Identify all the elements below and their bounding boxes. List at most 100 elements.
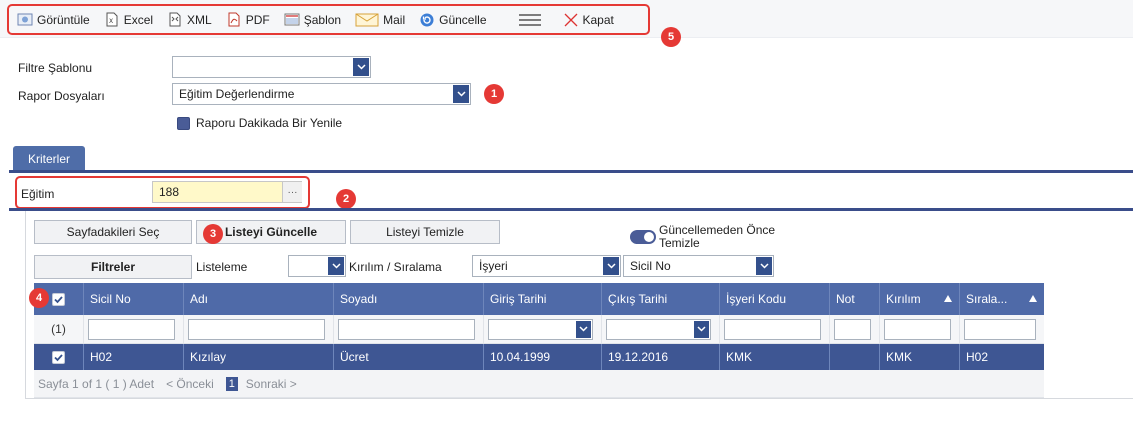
callout-badge-2: 2 <box>336 189 356 209</box>
template-label: Şablon <box>303 12 342 27</box>
lookup-button[interactable]: ··· <box>282 182 302 202</box>
filter-sicil-input[interactable] <box>88 318 175 340</box>
menu-button[interactable] <box>518 10 545 30</box>
cell-sicil-no: H02 <box>84 344 184 370</box>
view-icon <box>17 12 33 28</box>
pdf-label: PDF <box>245 12 270 27</box>
filter-cell-adi <box>184 315 334 343</box>
header-isyeri-kodu[interactable]: İşyeri Kodu <box>720 283 830 315</box>
cell-not <box>830 344 880 370</box>
header-kirilim[interactable]: Kırılım <box>880 283 960 315</box>
pager-prev[interactable]: < Önceki <box>166 377 214 391</box>
filter-not-input[interactable] <box>834 318 871 340</box>
select-all-checkbox[interactable] <box>52 292 65 306</box>
view-label: Görüntüle <box>37 12 90 27</box>
header-giris-tarihi[interactable]: Giriş Tarihi <box>484 283 602 315</box>
listing-select[interactable] <box>288 255 346 277</box>
filter-giris-select[interactable] <box>488 318 593 340</box>
report-files-label: Rapor Dosyaları <box>18 89 105 103</box>
select-page-button[interactable]: Sayfadakileri Seç <box>34 220 192 244</box>
report-files-select[interactable]: Eğitim Değerlendirme <box>172 83 471 105</box>
refresh-button[interactable]: Güncelle <box>419 10 487 30</box>
header-kirilim-label: Kırılım <box>886 292 921 306</box>
callout-badge-4: 4 <box>29 288 49 308</box>
header-not[interactable]: Not <box>830 283 880 315</box>
cell-giris-tarihi: 10.04.1999 <box>484 344 602 370</box>
checkbox-icon[interactable] <box>177 116 190 130</box>
header-soyadi[interactable]: Soyadı <box>334 283 484 315</box>
tab-divider <box>9 170 1133 173</box>
header-sirala-label: Sırala... <box>966 292 1008 306</box>
xml-button[interactable]: XML <box>167 10 212 30</box>
cell-isyeri-kodu: KMK <box>720 344 830 370</box>
grid-header: Sicil No Adı Soyadı Giriş Tarihi Çıkış T… <box>34 283 1044 315</box>
pdf-icon <box>226 12 242 28</box>
filters-button[interactable]: Filtreler <box>34 255 192 279</box>
filter-adi-input[interactable] <box>188 318 325 340</box>
template-button[interactable]: Şablon <box>284 10 341 30</box>
header-sicil-no[interactable]: Sicil No <box>84 283 184 315</box>
filter-template-select[interactable] <box>172 56 371 78</box>
callout-badge-3: 3 <box>203 224 223 244</box>
close-button[interactable]: Kapat <box>563 10 614 30</box>
filter-isyeri-input[interactable] <box>724 318 821 340</box>
clear-list-button[interactable]: Listeyi Temizle <box>350 220 500 244</box>
excel-button[interactable]: X Excel <box>104 10 153 30</box>
callout-badge-1: 1 <box>484 84 504 104</box>
filter-cell-giris <box>484 315 602 343</box>
filter-cell-sirala <box>960 315 1044 343</box>
cell-soyadi: Ücret <box>334 344 484 370</box>
sort-asc-icon <box>944 295 952 302</box>
clear-before-update-label: Güncellemeden Önce Temizle <box>659 223 776 250</box>
header-sirala[interactable]: Sırala... <box>960 283 1044 315</box>
menu-icon <box>518 12 541 28</box>
report-files-value: Eğitim Değerlendirme <box>179 87 295 101</box>
chevron-down-icon <box>453 85 469 103</box>
toolbar: Görüntüle X Excel XML PDF Şablon Mail Gü… <box>7 4 650 35</box>
xml-icon <box>167 12 183 28</box>
refresh-icon <box>419 12 435 28</box>
refresh-every-minute-checkbox[interactable]: Raporu Dakikada Bir Yenile <box>177 116 342 130</box>
callout-badge-5: 5 <box>661 27 681 47</box>
filter-cell-cikis <box>602 315 720 343</box>
chevron-down-icon <box>694 320 709 338</box>
filter-cell-isyeri <box>720 315 830 343</box>
row-select-cell[interactable] <box>34 344 84 370</box>
egitim-input[interactable]: 188 <box>152 181 302 203</box>
table-row[interactable]: H02 Kızılay Ücret 10.04.1999 19.12.2016 … <box>34 344 1044 370</box>
row-checkbox[interactable] <box>52 350 65 364</box>
listing-label: Listeleme <box>196 260 248 274</box>
header-cikis-tarihi[interactable]: Çıkış Tarihi <box>602 283 720 315</box>
row-count: (1) <box>34 315 84 343</box>
breakdown-select[interactable]: İşyeri <box>472 255 621 277</box>
filter-cell-not <box>830 315 880 343</box>
pager-next[interactable]: Sonraki > <box>246 377 297 391</box>
cell-adi: Kızılay <box>184 344 334 370</box>
header-adi[interactable]: Adı <box>184 283 334 315</box>
pdf-button[interactable]: PDF <box>226 10 270 30</box>
view-button[interactable]: Görüntüle <box>17 10 90 30</box>
svg-text:X: X <box>109 18 113 25</box>
filter-sirala-input[interactable] <box>964 318 1036 340</box>
toggle-knob <box>644 232 654 242</box>
chevron-down-icon <box>756 257 772 275</box>
sort-asc-icon <box>1029 295 1037 302</box>
tab-criteria[interactable]: Kriterler <box>13 146 85 171</box>
refresh-every-minute-label: Raporu Dakikada Bir Yenile <box>196 116 343 130</box>
close-label: Kapat <box>582 12 614 27</box>
sort-select[interactable]: Sicil No <box>623 255 774 277</box>
filter-cell-kirilim <box>880 315 960 343</box>
breakdown-value: İşyeri <box>479 259 508 273</box>
chevron-down-icon <box>328 257 344 275</box>
breakdown-label: Kırılım / Sıralama <box>349 260 442 274</box>
mail-icon <box>355 12 379 28</box>
filter-kirilim-input[interactable] <box>884 318 951 340</box>
cell-kirilim: KMK <box>880 344 960 370</box>
filter-soyadi-input[interactable] <box>338 318 475 340</box>
mail-button[interactable]: Mail <box>355 10 405 30</box>
filter-cikis-select[interactable] <box>606 318 711 340</box>
filter-cell-soyadi <box>334 315 484 343</box>
clear-before-update-toggle[interactable] <box>630 230 656 244</box>
pager-current[interactable]: 1 <box>225 376 238 391</box>
mail-label: Mail <box>383 12 406 27</box>
